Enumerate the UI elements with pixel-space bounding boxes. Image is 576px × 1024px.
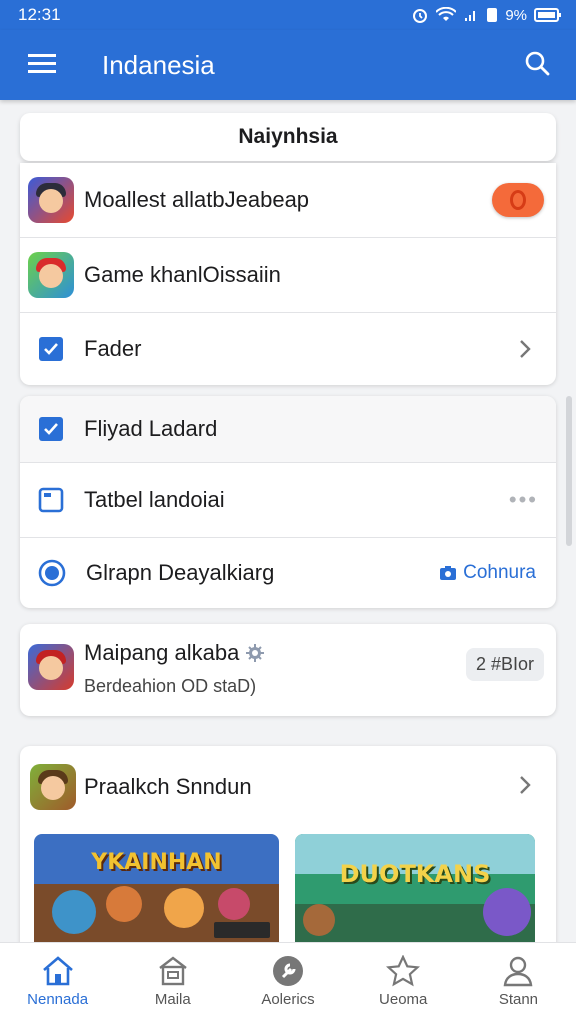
battery-icon [534, 7, 562, 23]
search-icon[interactable] [524, 50, 550, 81]
avatar [28, 644, 74, 690]
game-banner-1[interactable]: YKAINHAN [34, 834, 279, 942]
check-square-icon [39, 337, 63, 361]
person-icon [504, 956, 533, 987]
wrench-icon [273, 956, 303, 986]
camera-icon [440, 566, 457, 580]
settings-group-2: Fliyad Ladard Tatbel landoiai ••• Glrapn… [20, 396, 556, 608]
list-item[interactable]: Glrapn Deayalkiarg Cohnura [20, 538, 556, 608]
section-header[interactable]: Naiynhsia [20, 113, 556, 161]
confirm-link-label: Cohnura [463, 562, 536, 583]
bottom-nav: Nennada Maila Aolerics Ueoma Stann [0, 942, 576, 1024]
game-ogre-icon [30, 764, 76, 810]
game-mario-icon [28, 252, 74, 298]
list-item-label: Moallest allatbJeabeap [84, 187, 310, 212]
signal-icon [463, 7, 479, 23]
game-hero-icon [28, 177, 74, 223]
nav-store-label: Maila [154, 991, 191, 1008]
nav-store[interactable]: Maila [115, 943, 230, 1024]
checkbox-icon [39, 417, 63, 441]
scrollbar[interactable] [566, 396, 572, 546]
nav-favorites-label: Ueoma [379, 991, 428, 1008]
list-item[interactable]: Fliyad Ladard [20, 396, 556, 463]
list-item-label: Fliyad Ladard [84, 416, 218, 441]
list-item[interactable]: Tatbel landoiai ••• [20, 463, 556, 538]
wifi-icon [436, 7, 457, 23]
status-time: 12:31 [18, 5, 61, 24]
nav-tools[interactable]: Aolerics [230, 943, 345, 1024]
profile-title: Maipang alkaba [84, 640, 240, 665]
section-header-label: Naiynhsia [238, 125, 338, 148]
nav-profile-label: Stann [498, 991, 539, 1008]
menu-icon[interactable] [26, 51, 58, 80]
store-icon [159, 956, 187, 986]
status-icons: 9% [411, 6, 562, 24]
profile-card[interactable]: Maipang alkaba Berdeahion OD staD) 2 #BI… [20, 624, 556, 716]
battery-percent: 9% [505, 6, 527, 24]
gear-icon [246, 644, 265, 662]
confirm-link[interactable]: Cohnura [439, 562, 536, 584]
list-item[interactable]: Fader [20, 313, 556, 385]
chevron-right-icon [510, 334, 540, 364]
banner-2-title: DUOTKANS [339, 860, 491, 888]
list-item[interactable]: Moallest allatbJeabeap [20, 163, 556, 238]
status-bar: 12:31 9% [0, 0, 576, 30]
featured-title: Praalkch Snndun [84, 774, 252, 799]
game-banner-2[interactable]: DUOTKANS [295, 834, 535, 942]
nav-home[interactable]: Nennada [0, 943, 115, 1024]
page-title: Indanesia [102, 49, 215, 80]
list-item-label: Glrapn Deayalkiarg [86, 560, 275, 585]
list-item-label: Tatbel landoiai [84, 487, 225, 512]
alarm-icon [411, 6, 429, 24]
nav-tools-label: Aolerics [261, 991, 315, 1008]
profile-subtitle: Berdeahion OD staD) [84, 676, 257, 696]
settings-group-1: Moallest allatbJeabeap Game khanlOissaii… [20, 163, 556, 385]
banner-1-title: YKAINHAN [91, 850, 222, 875]
chevron-right-icon[interactable] [510, 770, 540, 800]
list-item-label: Game khanlOissaiin [84, 262, 281, 287]
list-item-label: Fader [84, 336, 142, 361]
sim-icon [486, 7, 498, 23]
status-badge: 2 #BIor [465, 648, 544, 681]
home-icon [42, 956, 73, 986]
nav-favorites[interactable]: Ueoma [346, 943, 461, 1024]
radio-circle-icon [38, 559, 66, 587]
app-bar: Indanesia [0, 30, 576, 100]
folder-square-icon [38, 487, 64, 513]
star-icon [386, 955, 421, 987]
more-icon[interactable]: ••• [509, 487, 538, 513]
toggle-switch[interactable] [492, 183, 544, 217]
nav-profile[interactable]: Stann [461, 943, 576, 1024]
nav-home-label: Nennada [27, 991, 89, 1008]
list-item[interactable]: Game khanlOissaiin [20, 238, 556, 313]
